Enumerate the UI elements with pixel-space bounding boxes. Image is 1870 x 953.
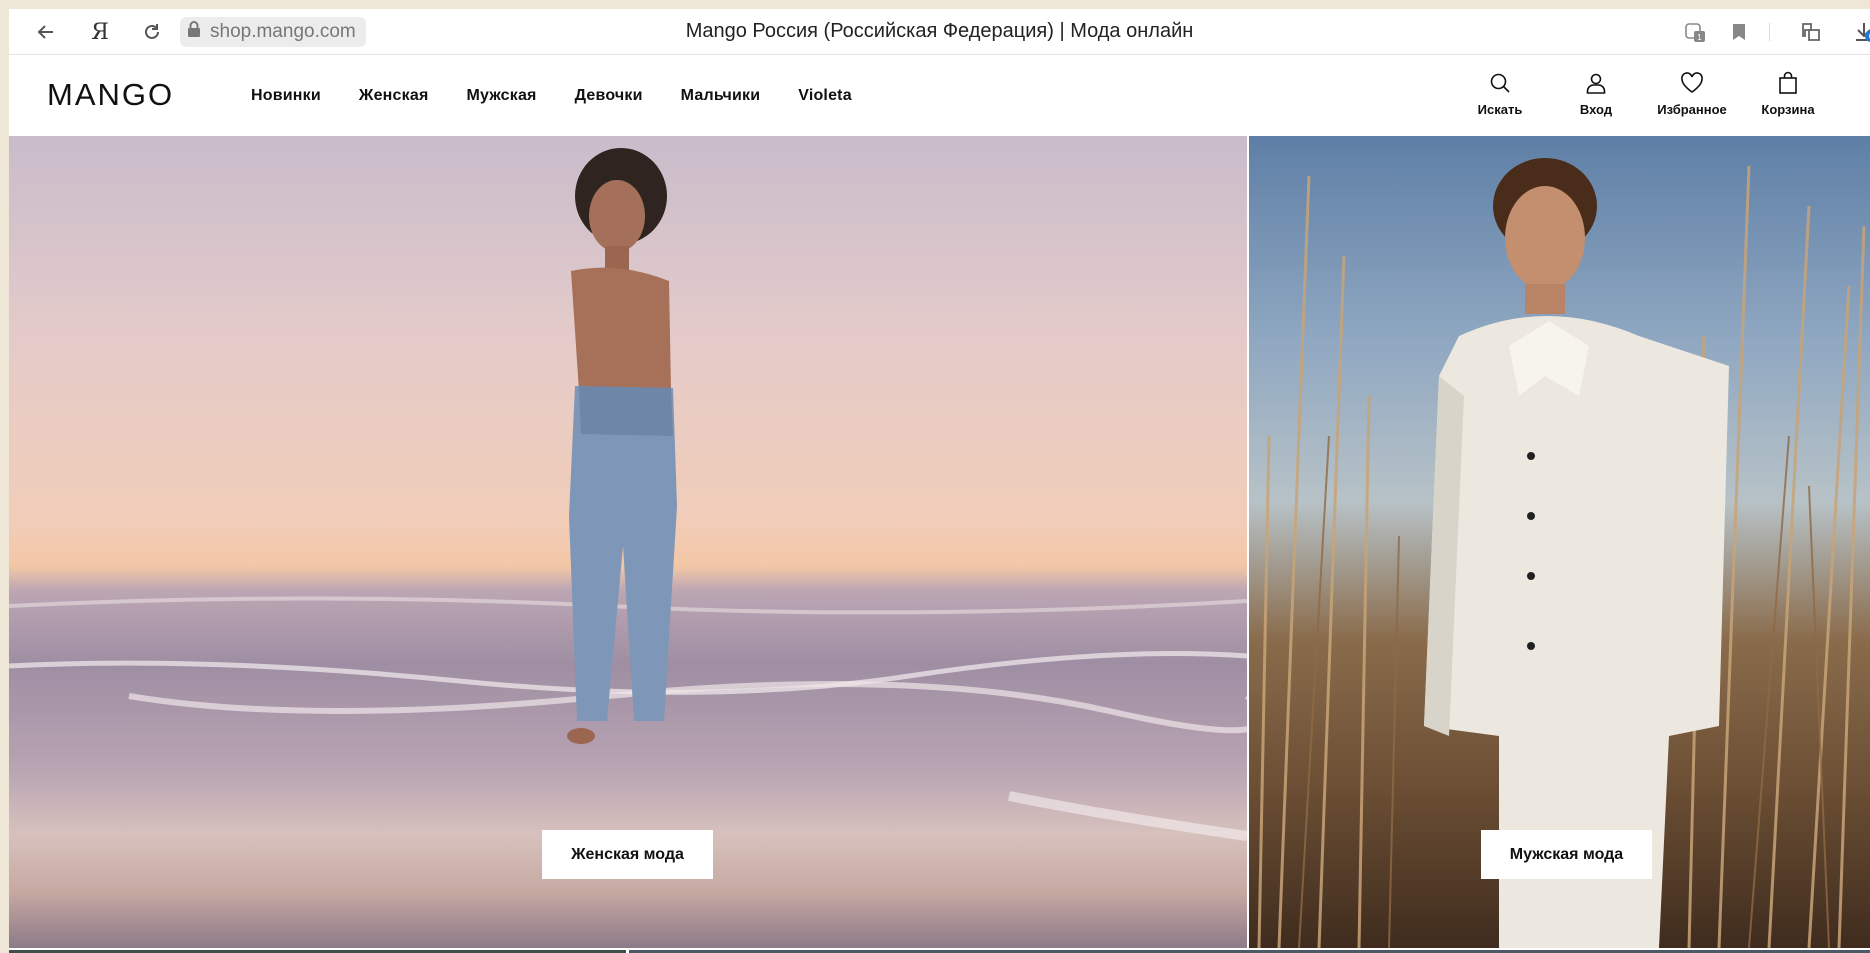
- toolbar-divider: [1769, 23, 1770, 41]
- yandex-glyph: Я: [91, 19, 109, 45]
- tabs-icon[interactable]: 1: [1680, 17, 1710, 47]
- cart-button[interactable]: Корзина: [1748, 71, 1828, 117]
- heart-icon: [1679, 71, 1705, 100]
- login-button[interactable]: Вход: [1556, 71, 1636, 117]
- men-hero-banner[interactable]: Мужская мода: [1249, 136, 1870, 948]
- nav-item-boys[interactable]: Мальчики: [681, 87, 761, 105]
- search-icon: [1488, 71, 1512, 100]
- download-icon[interactable]: 6: [1849, 17, 1870, 47]
- browser-window: Я shop.mango.com Mango Россия (Российска…: [9, 9, 1870, 953]
- browser-toolbar: Я shop.mango.com Mango Россия (Российска…: [9, 9, 1870, 55]
- tabs-badge: 1: [1697, 33, 1702, 42]
- bag-icon: [1776, 71, 1800, 100]
- women-hero-banner[interactable]: Женская мода: [9, 136, 1247, 948]
- favorites-label: Избранное: [1657, 102, 1727, 117]
- reload-icon[interactable]: [137, 17, 167, 47]
- search-label: Искать: [1477, 102, 1523, 117]
- yandex-icon[interactable]: Я: [85, 17, 115, 47]
- login-label: Вход: [1579, 102, 1613, 117]
- search-button[interactable]: Искать: [1460, 71, 1540, 117]
- address-bar[interactable]: shop.mango.com: [180, 17, 366, 47]
- extensions-icon[interactable]: [1796, 17, 1826, 47]
- lock-icon: [186, 20, 202, 44]
- user-icon: [1584, 71, 1608, 100]
- men-fashion-button[interactable]: Мужская мода: [1481, 830, 1652, 879]
- site-header: MANGO Новинки Женская Мужская Девочки Ма…: [9, 55, 1870, 136]
- women-fashion-button[interactable]: Женская мода: [542, 830, 713, 879]
- bookmark-icon[interactable]: [1724, 17, 1754, 47]
- main-nav: Новинки Женская Мужская Девочки Мальчики…: [251, 55, 890, 136]
- women-hero-image: [9, 148, 1247, 841]
- men-hero-image: [1257, 158, 1866, 948]
- url-text: shop.mango.com: [210, 21, 356, 42]
- nav-item-girls[interactable]: Девочки: [575, 87, 643, 105]
- cart-label: Корзина: [1761, 102, 1815, 117]
- nav-item-violeta[interactable]: Violeta: [798, 87, 852, 105]
- mango-logo[interactable]: MANGO: [47, 77, 174, 113]
- back-arrow-icon[interactable]: [31, 17, 61, 47]
- favorites-button[interactable]: Избранное: [1652, 71, 1732, 117]
- nav-item-women[interactable]: Женская: [359, 87, 429, 105]
- nav-item-men[interactable]: Мужская: [467, 87, 537, 105]
- nav-item-new[interactable]: Новинки: [251, 87, 321, 105]
